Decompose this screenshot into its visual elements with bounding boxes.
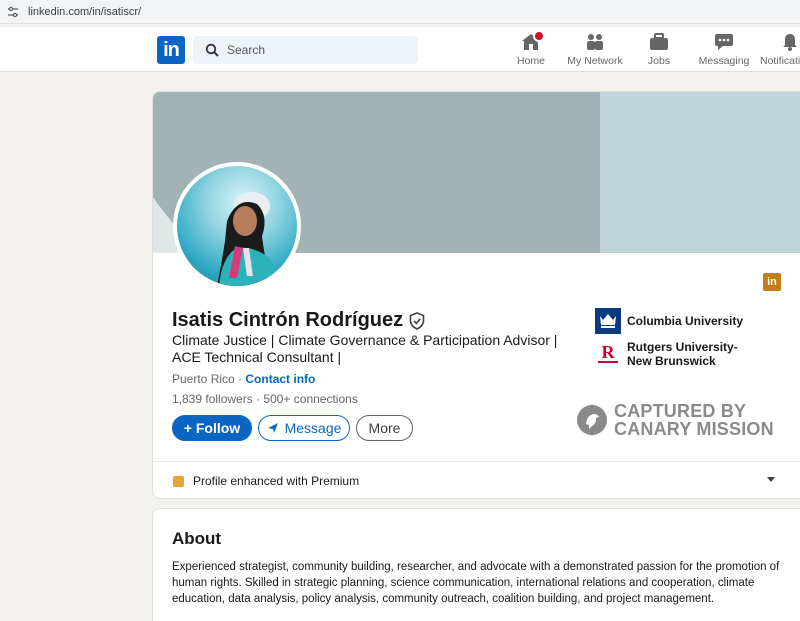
banner-panel [600, 92, 800, 253]
connections-count[interactable]: 500+ connections [263, 392, 357, 406]
search-input[interactable] [227, 43, 407, 57]
nav-jobs-label: Jobs [647, 55, 671, 67]
about-card: About Experienced strategist, community … [152, 508, 800, 621]
nav-jobs[interactable]: Jobs [644, 32, 674, 70]
nav-my-network[interactable]: My Network [566, 32, 624, 70]
profile-top-card: in Isatis Cintrón Rodríguez Climate Just… [152, 91, 800, 499]
premium-badge-icon: in [763, 273, 781, 291]
site-settings-icon[interactable] [6, 5, 20, 19]
nav-notifications-label: Notificati [760, 55, 800, 67]
education-name: Rutgers University-New Brunswick [627, 340, 738, 368]
profile-headline: Climate Justice | Climate Governance & P… [172, 332, 558, 365]
watermark-line-1: CAPTURED BY [614, 401, 747, 421]
notification-badge [533, 30, 545, 42]
nav-home-label: Home [516, 55, 545, 67]
followers-row: 1,839 followers · 500+ connections [172, 392, 358, 406]
linkedin-logo[interactable]: in [157, 36, 185, 64]
more-button[interactable]: More [356, 415, 413, 441]
canary-mission-watermark: CAPTURED BY CANARY MISSION [577, 402, 774, 438]
network-icon [583, 32, 607, 52]
chevron-down-icon[interactable] [767, 477, 775, 482]
location-text: Puerto Rico [172, 372, 235, 386]
location-separator: · [234, 372, 246, 386]
home-icon [519, 30, 545, 52]
profile-avatar[interactable] [173, 162, 301, 290]
bell-icon [778, 32, 800, 52]
followers-count: 1,839 followers [172, 392, 253, 406]
url-text[interactable]: linkedin.com/in/isatiscr/ [28, 6, 141, 18]
svg-text:R: R [602, 342, 616, 362]
follow-button[interactable]: + Follow [172, 415, 252, 441]
message-button-label: Message [284, 420, 342, 436]
premium-icon [173, 475, 184, 487]
send-icon [267, 422, 279, 434]
columbia-logo-icon [595, 308, 621, 334]
message-button[interactable]: Message [258, 415, 350, 441]
browser-address-bar[interactable]: linkedin.com/in/isatiscr/ [0, 0, 800, 24]
about-title: About [172, 529, 222, 548]
watermark-text: CAPTURED BY CANARY MISSION [614, 402, 774, 438]
nav-notifications[interactable]: Notificati [760, 32, 800, 70]
verified-shield-icon[interactable] [409, 311, 425, 330]
nav-messaging[interactable]: Messaging [699, 32, 749, 70]
education-item-columbia[interactable]: Columbia University [595, 308, 757, 334]
premium-text: Profile enhanced with Premium [193, 474, 360, 488]
nav-my-network-label: My Network [567, 55, 623, 67]
search-icon [205, 43, 219, 57]
nav-home[interactable]: Home [514, 30, 548, 70]
premium-row[interactable]: Profile enhanced with Premium [153, 461, 800, 498]
contact-info-link[interactable]: Contact info [245, 372, 315, 386]
top-navigation: in Home My Network Jobs Messaging [0, 27, 800, 72]
nav-messaging-label: Messaging [698, 55, 750, 67]
location-row: Puerto Rico · Contact info [172, 372, 315, 386]
briefcase-icon [647, 32, 671, 52]
rutgers-logo-icon: R [595, 341, 621, 367]
education-item-rutgers[interactable]: R Rutgers University-New Brunswick [595, 340, 757, 368]
search-box[interactable] [193, 36, 418, 64]
education-name: Columbia University [627, 314, 744, 328]
name-row: Isatis Cintrón Rodríguez [172, 309, 425, 332]
about-text: Experienced strategist, community buildi… [172, 561, 780, 605]
profile-name: Isatis Cintrón Rodríguez [172, 309, 404, 331]
messaging-icon [712, 32, 736, 52]
watermark-line-2: CANARY MISSION [614, 419, 774, 439]
canary-bird-icon [577, 405, 607, 435]
